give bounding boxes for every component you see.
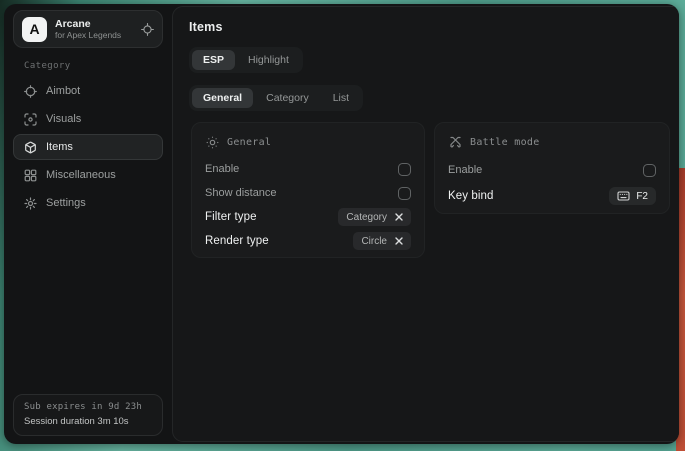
sidebar-item-label: Items (46, 141, 73, 153)
tab-general[interactable]: General (192, 88, 253, 108)
sidebar-item-label: Aimbot (46, 85, 80, 97)
view-tab-group: General Category List (189, 85, 363, 111)
subscription-status-card: Sub expires in 9d 23h Session duration 3… (13, 394, 163, 436)
app-logo: A (22, 17, 47, 42)
sidebar-item-visuals[interactable]: Visuals (13, 106, 163, 132)
sidebar-item-settings[interactable]: Settings (13, 190, 163, 216)
mode-tab-group: ESP Highlight (189, 47, 303, 73)
sidebar-item-label: Visuals (46, 113, 81, 125)
brand-card: A Arcane for Apex Legends (13, 10, 163, 48)
package-icon (24, 141, 37, 154)
battle-enable-checkbox[interactable] (643, 164, 656, 177)
show-distance-checkbox[interactable] (398, 187, 411, 200)
setting-label: Show distance (205, 187, 277, 199)
sun-dim-icon (206, 136, 219, 149)
sidebar-item-aimbot[interactable]: Aimbot (13, 78, 163, 104)
setting-row-enable: Enable (205, 157, 411, 181)
sidebar-item-miscellaneous[interactable]: Miscellaneous (13, 162, 163, 188)
main-content: Items ESP Highlight General Category Lis… (172, 6, 679, 442)
grid-icon (24, 169, 37, 182)
setting-row-render-type: Render type Circle (205, 229, 411, 253)
crosshair-icon (24, 85, 37, 98)
tab-esp[interactable]: ESP (192, 50, 235, 70)
setting-label: Enable (205, 163, 239, 175)
general-panel-header: General (206, 135, 411, 149)
keyboard-icon (617, 191, 630, 201)
sidebar-item-items[interactable]: Items (13, 134, 163, 160)
panel-title: General (227, 137, 271, 148)
enable-checkbox[interactable] (398, 163, 411, 176)
render-type-value: Circle (361, 236, 387, 247)
swords-icon (449, 136, 462, 149)
panels-row: General Enable Show distance Filter type… (191, 122, 670, 258)
tab-category[interactable]: Category (255, 88, 320, 108)
clear-icon[interactable] (395, 213, 403, 221)
setting-label: Filter type (205, 211, 257, 223)
sub-expires-text: Sub expires in 9d 23h (24, 402, 152, 412)
page-title: Items (189, 20, 670, 34)
setting-label: Render type (205, 235, 269, 247)
setting-row-key-bind: Key bind F2 (448, 183, 656, 209)
sidebar: A Arcane for Apex Legends Category Aimbo (4, 4, 172, 444)
tab-list[interactable]: List (322, 88, 360, 108)
sidebar-item-label: Miscellaneous (46, 169, 116, 181)
panel-title: Battle mode (470, 137, 540, 148)
clear-icon[interactable] (395, 237, 403, 245)
sidebar-section-label: Category (24, 61, 163, 71)
brand-text: Arcane for Apex Legends (55, 18, 133, 41)
key-bind-value: F2 (636, 191, 648, 202)
app-window: A Arcane for Apex Legends Category Aimbo (4, 4, 679, 444)
gear-icon (24, 197, 37, 210)
setting-row-filter-type: Filter type Category (205, 205, 411, 229)
general-panel: General Enable Show distance Filter type… (191, 122, 425, 258)
setting-row-show-distance: Show distance (205, 181, 411, 205)
setting-label: Enable (448, 164, 482, 176)
render-type-select[interactable]: Circle (353, 232, 411, 250)
battle-panel-header: Battle mode (449, 135, 656, 149)
scan-eye-icon (24, 113, 37, 126)
filter-type-value: Category (346, 212, 387, 223)
sidebar-item-label: Settings (46, 197, 86, 209)
brand-subtitle: for Apex Legends (55, 31, 133, 41)
battle-mode-panel: Battle mode Enable Key bind (434, 122, 670, 214)
key-bind-button[interactable]: F2 (609, 187, 656, 205)
setting-row-enable: Enable (448, 157, 656, 183)
tab-highlight[interactable]: Highlight (237, 50, 300, 70)
setting-label: Key bind (448, 190, 494, 202)
target-icon[interactable] (141, 23, 154, 36)
filter-type-select[interactable]: Category (338, 208, 411, 226)
brand-name: Arcane (55, 18, 133, 30)
session-duration-text: Session duration 3m 10s (24, 416, 152, 427)
